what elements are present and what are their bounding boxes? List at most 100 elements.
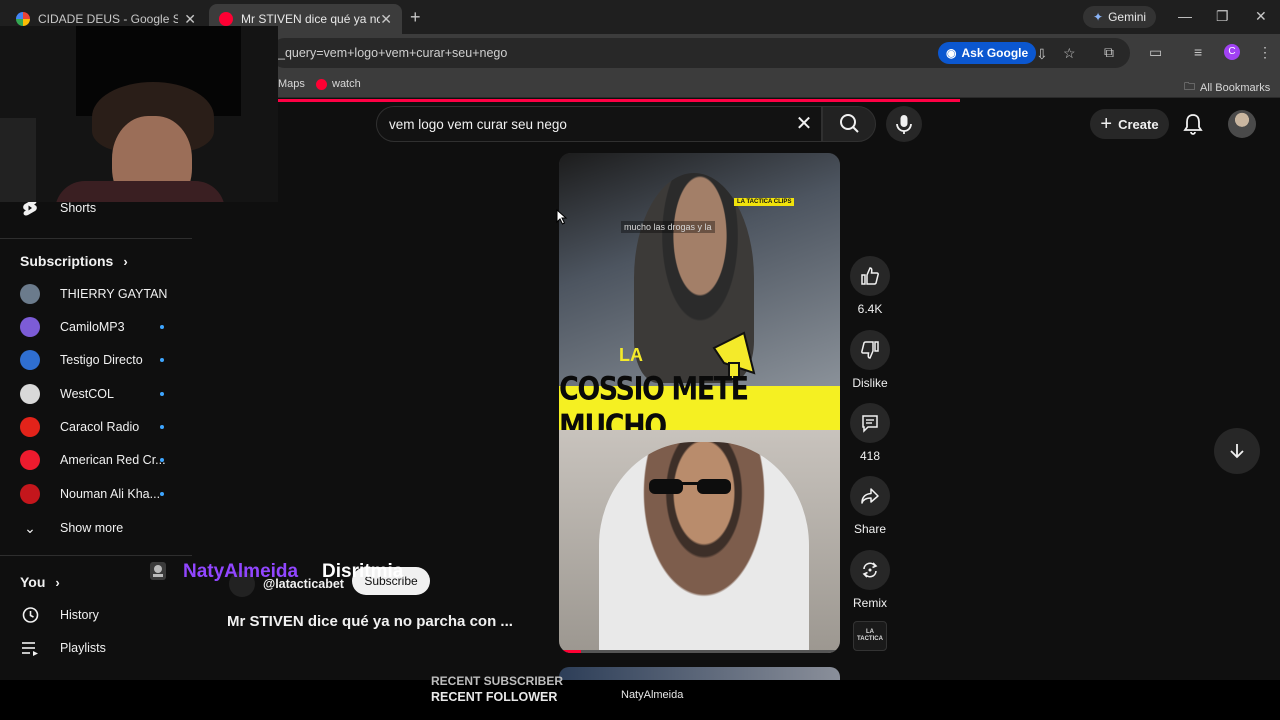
remix-icon bbox=[862, 562, 878, 578]
gemini-button[interactable]: ✦ Gemini bbox=[1083, 6, 1157, 28]
sidebar-item-american-red-cross[interactable]: American Red Cr... bbox=[10, 444, 180, 476]
sidebar-item-caracol-radio[interactable]: Caracol Radio bbox=[10, 411, 180, 443]
like-button[interactable]: 6.4K bbox=[850, 256, 890, 316]
all-bookmarks-button[interactable]: 🗀 All Bookmarks bbox=[1184, 78, 1270, 97]
recent-follower-label: RECENT FOLLOWER bbox=[431, 690, 558, 704]
channel-avatar bbox=[20, 284, 40, 304]
share-label: Share bbox=[853, 522, 887, 536]
next-short-preview[interactable] bbox=[559, 667, 840, 680]
ask-google-button[interactable]: ◉ Ask Google bbox=[938, 42, 1037, 64]
url-text[interactable]: _query=vem+logo+vem+curar+seu+nego bbox=[278, 46, 507, 60]
dislike-button[interactable]: Dislike bbox=[850, 330, 890, 390]
voice-search-button[interactable] bbox=[886, 106, 922, 142]
bookmark-label: Maps bbox=[278, 78, 305, 90]
short-title[interactable]: Mr STIVEN dice qué ya no parcha con ... bbox=[227, 613, 513, 630]
channel-logo-button[interactable]: LA TACTICA bbox=[853, 621, 887, 651]
channel-avatar bbox=[20, 384, 40, 404]
subscriptions-label: Subscriptions bbox=[20, 253, 114, 269]
webcam-background bbox=[0, 118, 36, 202]
chevron-down-icon: ⌄ bbox=[24, 519, 36, 536]
show-more-button[interactable]: ⌄ Show more bbox=[10, 512, 180, 544]
channel-avatar bbox=[20, 350, 40, 370]
sidebar-item-label: WestCOL bbox=[60, 387, 114, 401]
close-window-button[interactable]: ✕ bbox=[1255, 8, 1267, 25]
youtube-icon bbox=[219, 12, 233, 26]
alert-follower-name: NatyAlmeida bbox=[183, 561, 299, 582]
new-tab-button[interactable]: + bbox=[410, 7, 421, 28]
arrow-down-icon bbox=[1230, 444, 1244, 459]
remix-button[interactable]: Remix bbox=[850, 550, 890, 610]
sidebar-item-testigo-directo[interactable]: Testigo Directo bbox=[10, 344, 180, 376]
sidebar-item-playlists[interactable]: Playlists bbox=[10, 632, 180, 664]
new-content-dot bbox=[160, 492, 164, 496]
notifications-button[interactable] bbox=[1182, 112, 1204, 141]
show-more-label: Show more bbox=[60, 521, 124, 535]
chevron-right-icon: › bbox=[123, 253, 128, 269]
streamer-webcam bbox=[0, 26, 278, 202]
tab-title: CIDADE DEUS - Google Search bbox=[38, 12, 178, 26]
recent-follower-name: NatyAlmeida bbox=[621, 689, 684, 701]
search-input[interactable]: vem logo vem curar seu nego ✕ bbox=[376, 106, 822, 142]
short-video-player[interactable]: mucho las drogas y la LA TACTICA CLIPS L… bbox=[559, 153, 840, 653]
sidebar-item-nouman-ali-khan[interactable]: Nouman Ali Kha... bbox=[10, 478, 180, 510]
comments-button[interactable]: 418 bbox=[850, 403, 890, 463]
dislike-label: Dislike bbox=[852, 376, 888, 390]
bookmark-maps[interactable]: Maps bbox=[278, 78, 305, 90]
share-button[interactable]: Share bbox=[850, 476, 890, 536]
subscriptions-heading[interactable]: Subscriptions › bbox=[20, 253, 128, 269]
bookmark-label: watch bbox=[332, 78, 361, 90]
thumbs-up-icon bbox=[861, 267, 879, 285]
create-button[interactable]: + Create bbox=[1090, 109, 1169, 139]
address-bar[interactable]: _query=vem+logo+vem+curar+seu+nego ◉ Ask… bbox=[270, 38, 1130, 68]
video-frame-bottom bbox=[559, 430, 840, 653]
thumbs-down-icon bbox=[861, 341, 879, 359]
sidebar-item-westcol[interactable]: WestCOL bbox=[10, 378, 180, 410]
gemini-icon: ✦ bbox=[1093, 10, 1104, 24]
sidebar-item-thierry-gaytan[interactable]: THIERRY GAYTAN bbox=[10, 278, 180, 310]
bookmark-star-icon[interactable]: ☆ bbox=[1063, 45, 1076, 62]
video-headline-banner: COSSIO METE MUCHO bbox=[559, 371, 840, 445]
all-bookmarks-label: All Bookmarks bbox=[1200, 81, 1271, 94]
next-video-button[interactable] bbox=[1214, 428, 1260, 474]
share-icon bbox=[861, 488, 879, 504]
video-progress-fill bbox=[559, 650, 582, 653]
extensions-icon[interactable]: ⧉ bbox=[1104, 44, 1114, 61]
search-query[interactable]: vem logo vem curar seu nego bbox=[389, 117, 567, 132]
sidebar-item-label: CamiloMP3 bbox=[60, 320, 125, 334]
video-progress-bar[interactable] bbox=[559, 650, 840, 653]
new-content-dot bbox=[160, 358, 164, 362]
google-icon bbox=[16, 12, 30, 26]
media-controls-icon[interactable]: ≡ bbox=[1194, 44, 1202, 60]
sidebar-item-label: History bbox=[60, 608, 99, 622]
bookmark-watch[interactable]: watch bbox=[316, 78, 361, 90]
install-app-icon[interactable]: ⇩ bbox=[1036, 46, 1048, 63]
sidebar-item-label: American Red Cr... bbox=[60, 453, 166, 467]
sunglasses-shape bbox=[649, 479, 731, 494]
profile-avatar[interactable]: C bbox=[1224, 44, 1240, 60]
comment-icon bbox=[862, 415, 878, 433]
tab-search-icon[interactable]: ▭ bbox=[1149, 44, 1162, 61]
recent-subscriber-label: RECENT SUBSCRIBER bbox=[431, 674, 564, 688]
video-watermark-tag: LA TACTICA CLIPS bbox=[734, 198, 795, 206]
chrome-menu-icon[interactable]: ⋮ bbox=[1258, 44, 1272, 61]
search-icon bbox=[840, 114, 859, 133]
clear-search-button[interactable]: ✕ bbox=[791, 111, 817, 137]
search-button[interactable] bbox=[822, 106, 876, 142]
sidebar-item-history[interactable]: History bbox=[10, 599, 180, 631]
restore-button[interactable]: ❐ bbox=[1216, 8, 1229, 25]
sidebar-item-camilomp3[interactable]: CamiloMP3 bbox=[10, 311, 180, 343]
sidebar-divider bbox=[0, 555, 192, 556]
folder-icon: 🗀 bbox=[1184, 81, 1195, 93]
playlists-icon bbox=[20, 638, 40, 658]
sidebar-item-label: Playlists bbox=[60, 641, 106, 655]
plus-icon: + bbox=[1100, 113, 1113, 135]
video-caption: mucho las drogas y la bbox=[621, 221, 715, 233]
close-tab-icon[interactable]: ✕ bbox=[184, 11, 196, 28]
close-tab-icon[interactable]: ✕ bbox=[380, 11, 392, 28]
sidebar-item-label: Shorts bbox=[60, 201, 97, 215]
you-heading[interactable]: You › bbox=[20, 574, 60, 590]
sidebar-item-label: Testigo Directo bbox=[60, 353, 143, 367]
alert-badge-icon bbox=[150, 562, 166, 580]
minimize-button[interactable]: — bbox=[1178, 8, 1192, 24]
account-avatar[interactable] bbox=[1228, 110, 1256, 138]
